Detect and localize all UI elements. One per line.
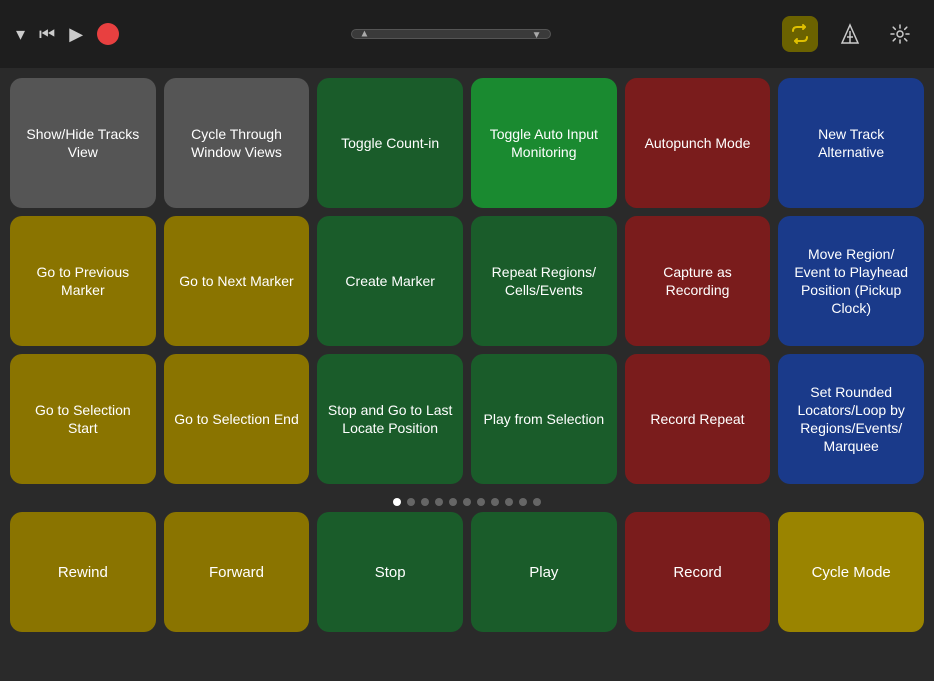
grid-cell-1-0[interactable]: Go to Previous Marker [10, 216, 156, 346]
grid-cell-2-0[interactable]: Go to Selection Start [10, 354, 156, 484]
grid-cell-2-2[interactable]: Stop and Go to Last Locate Position [317, 354, 463, 484]
position-display: ▲ ▼ [131, 29, 770, 39]
up-arrow-icon[interactable]: ▲ [360, 29, 370, 40]
right-controls [782, 16, 918, 52]
page-dot-5[interactable] [463, 498, 471, 506]
grid-cell-1-3[interactable]: Repeat Regions/ Cells/Events [471, 216, 617, 346]
settings-button[interactable] [882, 16, 918, 52]
page-dot-2[interactable] [421, 498, 429, 506]
page-dot-4[interactable] [449, 498, 457, 506]
dropdown-arrow-icon[interactable]: ▾ [16, 24, 25, 45]
grid-cell-0-1[interactable]: Cycle Through Window Views [164, 78, 310, 208]
top-bar: ▾ ⏮ ▶ ▲ ▼ [0, 0, 934, 68]
page-dot-8[interactable] [505, 498, 513, 506]
grid-cell-0-2[interactable]: Toggle Count-in [317, 78, 463, 208]
grid-cell-1-1[interactable]: Go to Next Marker [164, 216, 310, 346]
grid-cell-1-2[interactable]: Create Marker [317, 216, 463, 346]
position-selector[interactable]: ▲ ▼ [351, 29, 551, 39]
page-dot-7[interactable] [491, 498, 499, 506]
page-dot-1[interactable] [407, 498, 415, 506]
page-dot-0[interactable] [393, 498, 401, 506]
page-dot-10[interactable] [533, 498, 541, 506]
grid-cell-0-0[interactable]: Show/Hide Tracks View [10, 78, 156, 208]
page-dot-9[interactable] [519, 498, 527, 506]
bottom-cell-2[interactable]: Stop [317, 512, 463, 632]
grid-cell-1-5[interactable]: Move Region/ Event to Playhead Position … [778, 216, 924, 346]
grid-cell-2-4[interactable]: Record Repeat [625, 354, 771, 484]
grid-cell-2-1[interactable]: Go to Selection End [164, 354, 310, 484]
cycle-button[interactable] [782, 16, 818, 52]
record-button[interactable] [97, 23, 119, 45]
page-dot-3[interactable] [435, 498, 443, 506]
down-arrow-icon[interactable]: ▼ [532, 25, 542, 43]
grid-cell-0-4[interactable]: Autopunch Mode [625, 78, 771, 208]
command-grid: Show/Hide Tracks ViewCycle Through Windo… [0, 68, 934, 490]
play-icon[interactable]: ▶ [69, 24, 83, 45]
grid-cell-2-3[interactable]: Play from Selection [471, 354, 617, 484]
bottom-cell-5[interactable]: Cycle Mode [778, 512, 924, 632]
bottom-cell-0[interactable]: Rewind [10, 512, 156, 632]
page-indicators [0, 490, 934, 512]
page-dot-6[interactable] [477, 498, 485, 506]
bottom-transport-bar: RewindForwardStopPlayRecordCycle Mode [0, 512, 934, 632]
grid-cell-2-5[interactable]: Set Rounded Locators/Loop by Regions/Eve… [778, 354, 924, 484]
metronome-button[interactable] [832, 16, 868, 52]
bottom-cell-4[interactable]: Record [625, 512, 771, 632]
bottom-cell-1[interactable]: Forward [164, 512, 310, 632]
grid-cell-1-4[interactable]: Capture as Recording [625, 216, 771, 346]
transport-controls: ▾ ⏮ ▶ [16, 23, 119, 45]
skip-back-icon[interactable]: ⏮ [39, 24, 55, 45]
grid-cell-0-5[interactable]: New Track Alternative [778, 78, 924, 208]
grid-cell-0-3[interactable]: Toggle Auto Input Monitoring [471, 78, 617, 208]
bottom-cell-3[interactable]: Play [471, 512, 617, 632]
